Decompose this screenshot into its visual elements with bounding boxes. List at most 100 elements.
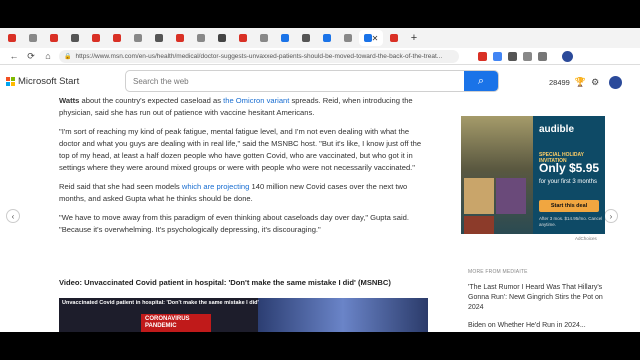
browser-tab[interactable] [44,30,64,46]
related-article-link[interactable]: 'The Last Rumor I Heard Was That Hillary… [468,283,608,313]
audible-logo: audible [539,124,575,135]
tab-favicon-icon [344,34,352,42]
search-box[interactable]: Search the web ⌕ [125,70,499,92]
adchoices-link[interactable]: AdChoices [575,236,597,241]
ad-cta-button[interactable]: Start this deal [539,200,599,212]
microsoft-start-logo[interactable]: Microsoft Start [6,76,79,87]
tab-favicon-icon [29,34,37,42]
logo-text: Microsoft Start [18,75,80,87]
letterbox-bottom [0,332,640,360]
tab-favicon-icon [239,34,247,42]
ad-fine-print: After 3 mos. $14.95/mo. Cancel anytime. [539,216,603,227]
gear-icon[interactable]: ⚙ [591,77,599,88]
paragraph: "I'm sort of reaching my kind of peak fa… [59,127,422,172]
article-link[interactable]: which are projecting [182,182,250,191]
browser-tab[interactable] [275,30,295,46]
browser-tab[interactable] [384,30,404,46]
lock-icon: 🔒 [64,53,72,60]
refresh-icon[interactable]: ⟳ [25,51,37,62]
prev-arrow-button[interactable]: ‹ [6,209,20,223]
close-tab-icon[interactable]: ✕ [372,34,379,43]
video-title: Video: Unvaccinated Covid patient in hos… [59,278,391,287]
article-body: Watts about the country's expected casel… [59,95,429,243]
paragraph: Reid said that she had seen models which… [59,182,408,203]
microsoft-logo-icon [6,76,15,86]
search-icon: ⌕ [477,74,485,87]
tab-favicon-icon [302,34,310,42]
extension-icon[interactable] [508,51,517,61]
tab-favicon-icon [390,34,398,42]
browser-tab[interactable] [338,30,358,46]
tab-favicon-icon [8,34,16,42]
tab-favicon-icon [197,34,205,42]
msn-header: Microsoft Start Search the web ⌕ 28499 🏆… [0,65,640,97]
new-tab-button[interactable]: + [407,30,421,46]
ad-book-cover [464,178,494,214]
profile-avatar[interactable] [562,50,573,62]
browser-tab[interactable] [317,30,337,46]
tab-favicon-icon [363,34,372,42]
avatar[interactable] [609,76,623,89]
browser-tab[interactable] [233,30,253,46]
more-from-section: MORE FROM Mediaite 'The Last Rumor I Hea… [468,269,608,331]
ad-price: Only $5.95 [539,161,600,175]
ad-months: for your first 3 months [539,179,598,185]
tab-favicon-icon [218,34,226,42]
ad-book-cover [464,216,494,234]
browser-tab[interactable] [2,30,22,46]
favorites-icon[interactable] [523,51,532,61]
browser-tab[interactable] [296,30,316,46]
rewards-area: 28499 🏆 ⚙ [549,76,623,89]
tab-favicon-icon [176,34,184,42]
chevron-left-icon: ‹ [11,211,15,221]
extension-icon[interactable] [478,51,487,61]
video-caption: Unvaccinated Covid patient in hospital: … [62,300,259,306]
extensions [478,51,547,61]
tab-favicon-icon [50,34,58,42]
browser-tab[interactable] [86,30,106,46]
paragraph: "We have to move away from this paradigm… [59,213,409,234]
address-bar-row: ← ⟳ ⌂ 🔒 https://www.msn.com/en-us/health… [0,48,640,65]
browser-tab[interactable] [65,30,85,46]
browser-tab[interactable] [149,30,169,46]
trophy-icon[interactable]: 🏆 [575,77,586,88]
browser-tab[interactable]: ✕ [359,30,383,46]
tab-favicon-icon [281,34,289,42]
search-input[interactable]: Search the web [126,77,464,86]
tab-favicon-icon [71,34,79,42]
tab-strip: ✕ + [0,28,640,48]
audible-advertisement[interactable]: audible SPECIAL HOLIDAY INVITATION Only … [461,116,605,234]
browser-tab[interactable] [107,30,127,46]
tab-favicon-icon [92,34,100,42]
next-arrow-button[interactable]: › [604,209,618,223]
browser-tab[interactable] [254,30,274,46]
video-player[interactable]: Unvaccinated Covid patient in hospital: … [59,298,428,332]
web-page: Microsoft Start Search the web ⌕ 28499 🏆… [0,65,640,332]
back-icon[interactable]: ← [8,51,20,61]
tab-favicon-icon [134,34,142,42]
browser-tab[interactable] [191,30,211,46]
browser-tab[interactable] [23,30,43,46]
video-frame [258,298,428,332]
video-banner: CORONAVIRUS PANDEMIC [141,314,211,332]
tab-favicon-icon [260,34,268,42]
paragraph: Watts about the country's expected casel… [59,96,413,117]
tab-favicon-icon [155,34,163,42]
article-link[interactable]: the Omicron variant [223,96,289,105]
browser-tab[interactable] [170,30,190,46]
extension-icon[interactable] [493,51,502,61]
tab-favicon-icon [323,34,331,42]
related-article-link[interactable]: Biden on Whether He'd Run in 2024... [468,321,608,331]
browser-tab[interactable] [128,30,148,46]
browser-tab[interactable] [212,30,232,46]
ad-book-cover [496,178,526,214]
url-text: https://www.msn.com/en-us/health/medical… [75,52,443,60]
chevron-right-icon: › [609,211,613,221]
more-from-label: MORE FROM Mediaite [468,269,528,275]
search-button[interactable]: ⌕ [464,71,498,91]
tab-favicon-icon [113,34,121,42]
url-field[interactable]: 🔒 https://www.msn.com/en-us/health/medic… [59,49,459,63]
home-icon[interactable]: ⌂ [42,51,54,61]
collections-icon[interactable] [538,51,547,61]
rewards-points[interactable]: 28499 [549,78,570,87]
